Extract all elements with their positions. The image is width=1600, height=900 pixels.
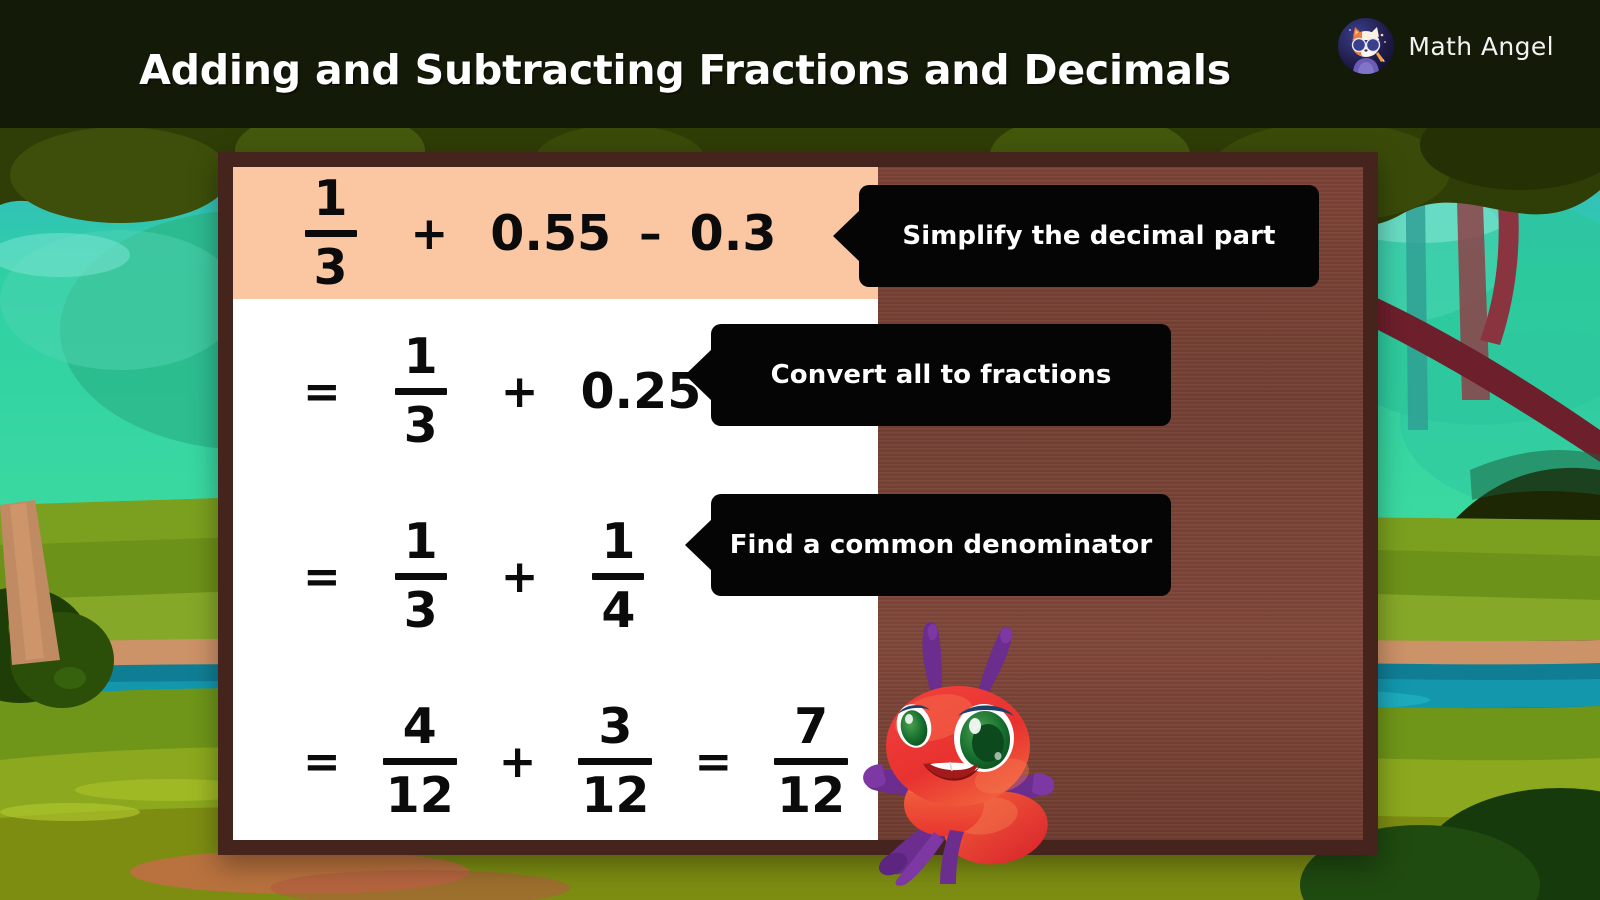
plus-operator: + [410,206,449,260]
fraction-4-over-12: 4 12 [382,698,457,824]
equals-operator: = [303,550,341,603]
denominator: 3 [403,397,438,454]
fraction-bar [394,388,447,395]
fraction-bar [304,229,357,237]
decimal-0-3: 0.3 [689,204,777,262]
numerator: 1 [601,513,636,571]
red-ant-mascot [838,606,1078,888]
numerator: 1 [313,169,348,227]
decimal-0-25: 0.25 [580,363,702,420]
callout-convert-fractions: Convert all to fractions [711,324,1171,426]
denominator: 4 [601,582,636,639]
fraction-bar [578,758,653,765]
fraction-bar [382,758,457,765]
denominator: 12 [581,767,650,824]
brand-name: Math Angel [1408,31,1554,61]
equals-operator: = [303,365,341,418]
fraction-3-over-12: 3 12 [578,698,653,824]
equals-operator: = [694,735,733,788]
numerator: 1 [403,513,438,571]
fraction-1-over-3: 1 3 [394,328,447,454]
slide-canvas: Adding and Subtracting Fractions and Dec… [0,0,1600,900]
math-angel-fox-avatar-icon [1338,18,1395,74]
equation-row-1: 1 3 + 0.55 – 0.3 [233,167,878,299]
fraction-bar [592,573,645,580]
minus-operator: – [639,206,662,260]
equation-row-4: = 4 12 + 3 12 = 7 12 [303,669,878,840]
title-bar: Adding and Subtracting Fractions and Dec… [0,0,1600,128]
numerator: 4 [402,698,437,756]
equals-operator: = [303,735,341,788]
fraction-1-over-4: 1 4 [592,513,645,639]
plus-operator: + [498,735,537,788]
plus-operator: + [500,550,539,603]
numerator: 7 [794,698,829,756]
brand-lockup[interactable]: Math Angel [1338,18,1554,74]
fraction-1-over-3: 1 3 [394,513,447,639]
denominator: 12 [385,767,454,824]
callout-common-denominator: Find a common denominator [711,494,1171,596]
denominator: 3 [313,238,348,296]
numerator: 1 [403,328,438,386]
fraction-1-over-3: 1 3 [304,169,357,296]
fraction-bar [394,573,447,580]
decimal-0-55: 0.55 [490,204,612,262]
denominator: 3 [403,582,438,639]
callout-simplify-decimal: Simplify the decimal part [859,185,1319,287]
plus-operator: + [500,365,539,418]
denominator: 12 [777,767,846,824]
numerator: 3 [598,698,633,756]
